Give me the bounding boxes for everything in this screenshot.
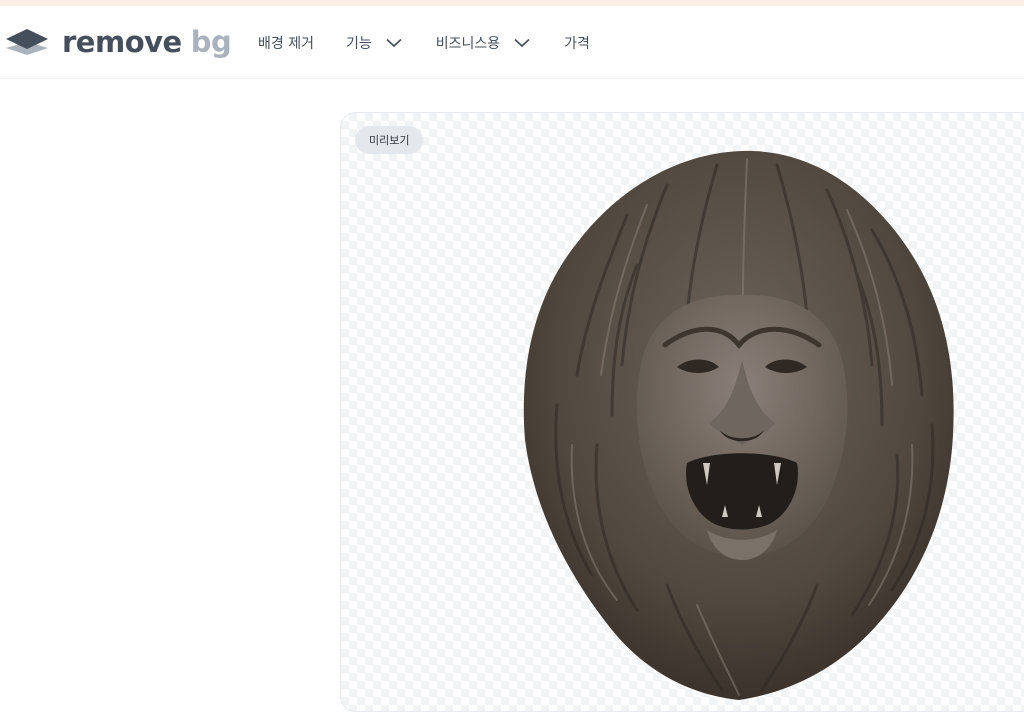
preview-card: 미리보기 <box>340 112 1024 712</box>
nav-remove-background[interactable]: 배경 제거 <box>258 33 314 53</box>
preview-badge: 미리보기 <box>355 126 424 154</box>
nav-label: 가격 <box>564 35 590 52</box>
nav-features[interactable]: 기능 <box>346 33 402 53</box>
nav-label: 기능 <box>345 35 372 52</box>
nav-pricing[interactable]: 가격 <box>564 33 590 53</box>
logo-word: remove <box>62 25 182 59</box>
nav-business[interactable]: 비즈니스용 <box>436 33 530 53</box>
main-nav: 배경 제거 기능 비즈니스용 가격 <box>258 6 590 79</box>
nav-label: 배경 제거 <box>258 35 314 52</box>
removebg-logo[interactable]: remove bg <box>5 24 232 60</box>
chevron-down-icon <box>386 38 402 48</box>
nav-label: 비즈니스용 <box>435 35 501 52</box>
site-header: remove bg 배경 제거 기능 비즈니스용 가격 <box>0 6 1024 79</box>
lion-head-image <box>523 150 954 700</box>
layers-logo-icon <box>5 26 49 58</box>
chevron-down-icon <box>514 38 530 48</box>
logo-suffix: bg <box>190 25 232 59</box>
